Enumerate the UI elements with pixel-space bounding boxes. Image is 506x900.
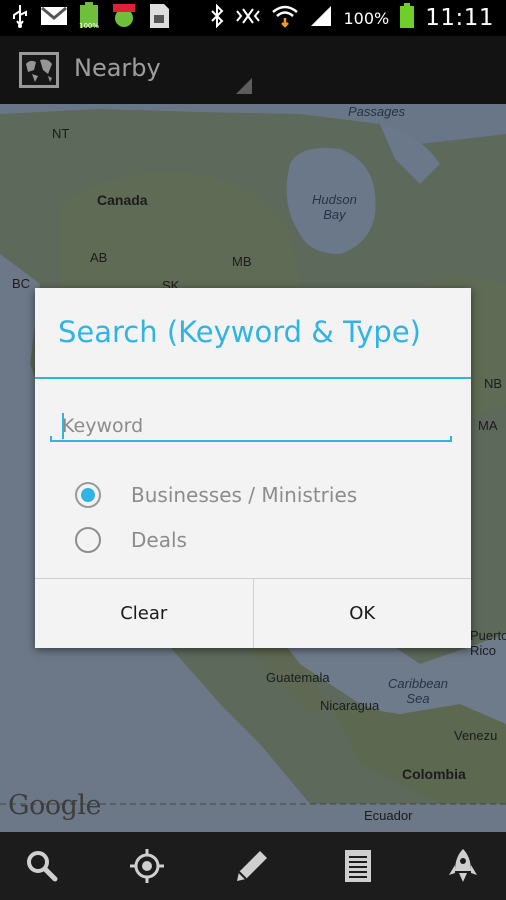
status-notifications: 100% [10,2,170,34]
bluetooth-icon [209,3,225,32]
radio-option-businesses[interactable]: Businesses / Ministries [75,480,357,510]
vibrate-icon [235,5,261,31]
radio-option-deals[interactable]: Deals [75,525,187,555]
battery-percent: 100% [343,8,390,28]
status-bar: 100% 100% 11:11 [0,0,506,36]
pencil-icon[interactable] [232,846,272,886]
battery-notification-icon: 100% [78,2,100,34]
usb-icon [10,3,30,33]
svg-text:100%: 100% [79,22,99,30]
gmail-icon [40,5,68,31]
ok-button[interactable]: OK [252,579,472,648]
keyword-input[interactable] [50,408,452,444]
radio-button-checked[interactable] [75,482,101,508]
bottom-toolbar [0,832,506,900]
status-system: 100% 11:11 [209,0,494,36]
wifi-icon [271,4,299,32]
list-icon[interactable] [338,846,378,886]
dialog-title: Search (Keyword & Type) [58,315,421,349]
status-time: 11:11 [425,5,494,31]
radio-label-businesses[interactable]: Businesses / Ministries [131,483,357,507]
signal-icon [309,5,333,31]
radio-label-deals[interactable]: Deals [131,528,187,552]
text-cursor [62,413,64,439]
clear-button[interactable]: Clear [35,579,253,648]
locate-icon[interactable] [127,846,167,886]
dialog-title-divider [35,377,471,379]
rocket-icon[interactable] [443,846,483,886]
dialog-button-bar: Clear OK [35,578,471,648]
radio-button-unchecked[interactable] [75,527,101,553]
search-icon[interactable] [22,846,62,886]
sync-fail-icon [110,2,138,34]
battery-icon [399,3,415,33]
sd-card-icon [148,3,170,33]
search-dialog: Search (Keyword & Type) Businesses / Min… [35,288,471,648]
keyword-input-underline [50,436,452,442]
